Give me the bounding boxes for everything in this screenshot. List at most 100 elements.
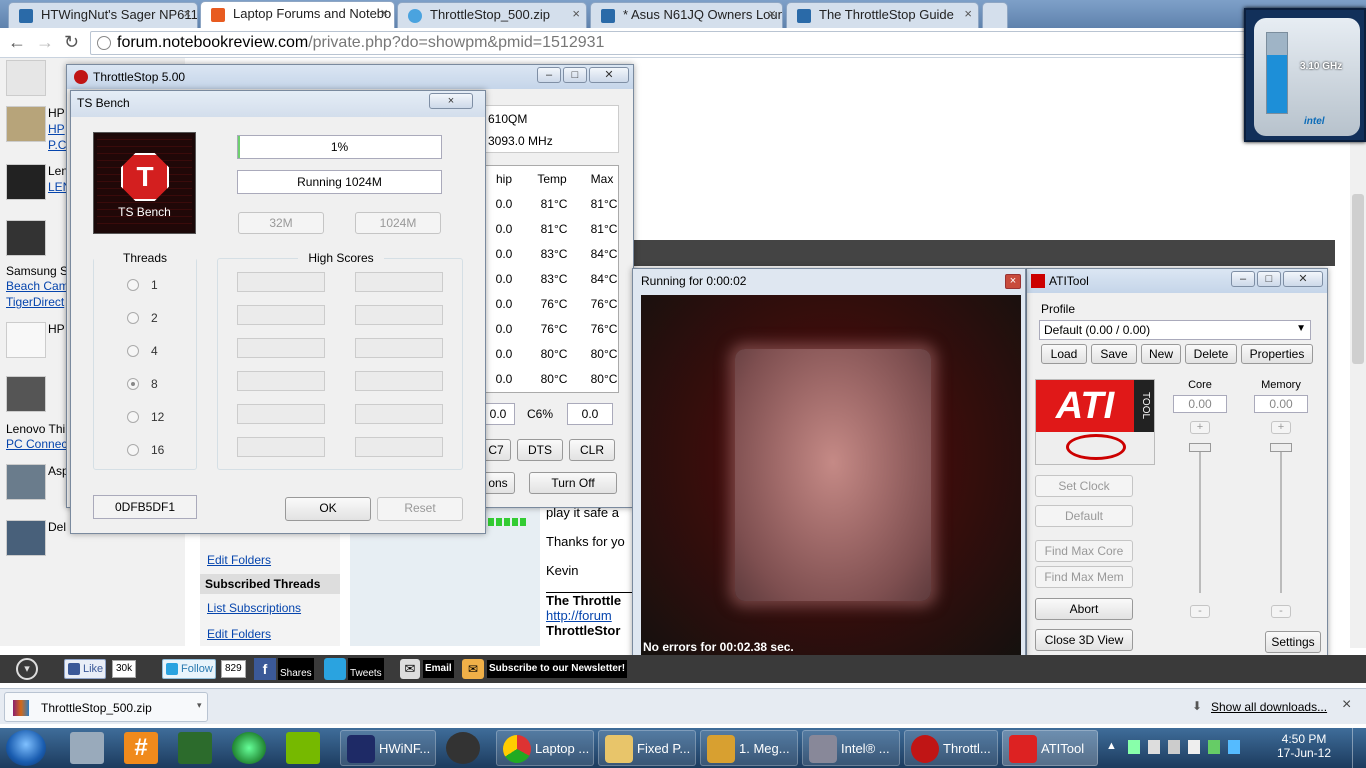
memory-decrease-button[interactable]: -	[1271, 605, 1291, 618]
thread-radio-1[interactable]	[127, 279, 139, 291]
set-clock-button[interactable]: Set Clock	[1035, 475, 1133, 497]
maximize-button[interactable]: □	[1257, 271, 1281, 287]
find-max-core-button[interactable]: Find Max Core	[1035, 540, 1133, 562]
tray-network-icon[interactable]	[1128, 740, 1140, 754]
close-button[interactable]: ✕	[589, 67, 629, 83]
close-icon[interactable]: ×	[183, 6, 191, 21]
page-scrollbar[interactable]	[1350, 58, 1366, 648]
core-increase-button[interactable]: +	[1190, 421, 1210, 434]
newsletter-icon[interactable]: ✉	[462, 659, 484, 679]
show-hidden-icons[interactable]: ▲	[1106, 740, 1117, 752]
dropbox-icon[interactable]	[1228, 740, 1240, 754]
properties-button[interactable]: Properties	[1241, 344, 1313, 364]
edit-folders-link[interactable]: Edit Folders	[207, 553, 271, 567]
tray-cpu-icon[interactable]	[1208, 740, 1220, 754]
thread-radio-4[interactable]	[127, 345, 139, 357]
address-bar[interactable]: forum.notebookreview.com/private.php?do=…	[90, 31, 1250, 55]
default-button[interactable]: Default	[1035, 505, 1133, 527]
intel-turbo-widget[interactable]: 3.10 GHz intel	[1244, 8, 1366, 142]
laptop-thumbnail[interactable]	[6, 164, 46, 200]
ok-button[interactable]: OK	[285, 497, 371, 521]
thread-radio-2[interactable]	[127, 312, 139, 324]
tab-asus-owners[interactable]: * Asus N61JQ Owners Loun ×	[590, 2, 783, 28]
cpu-monitor-icon[interactable]	[178, 732, 212, 764]
settings-button[interactable]: Settings	[1265, 631, 1321, 653]
memory-increase-button[interactable]: +	[1271, 421, 1291, 434]
memory-slider-thumb[interactable]	[1270, 443, 1292, 452]
laptop-thumbnail[interactable]	[6, 376, 46, 412]
forward-icon[interactable]: →	[36, 32, 54, 53]
email-label[interactable]: Email	[423, 660, 454, 678]
taskbar-intel[interactable]: Intel® ...	[802, 730, 900, 766]
maximize-button[interactable]: □	[563, 67, 587, 83]
product-link[interactable]: PC Connec	[6, 437, 67, 451]
product-link[interactable]: P.C	[48, 138, 66, 152]
clock[interactable]: 4:50 PM 17-Jun-12	[1272, 732, 1336, 760]
signature-link[interactable]: http://forum	[546, 608, 636, 623]
download-item[interactable]: ThrottleStop_500.zip ▾	[4, 692, 208, 722]
memory-slider[interactable]	[1280, 445, 1282, 593]
show-all-downloads-link[interactable]: Show all downloads...	[1211, 700, 1327, 714]
close-icon[interactable]: ×	[572, 6, 580, 21]
tray-flag-icon[interactable]	[1148, 740, 1160, 754]
tab-sager[interactable]: HTWingNut's Sager NP611 ×	[8, 2, 198, 28]
twitter-follow-button[interactable]: Follow	[162, 659, 216, 679]
facebook-like-button[interactable]: Like	[64, 659, 106, 679]
newsletter-label[interactable]: Subscribe to our Newsletter!	[487, 660, 628, 678]
pinned-app-icon[interactable]	[446, 732, 480, 764]
product-link[interactable]: Beach Cam	[6, 279, 69, 293]
tray-battery-icon[interactable]	[1168, 740, 1180, 754]
options-button[interactable]: ons	[481, 472, 515, 494]
product-link[interactable]: HP	[48, 122, 65, 136]
size-1024m-button[interactable]: 1024M	[355, 212, 441, 234]
clr-button[interactable]: CLR	[569, 439, 615, 461]
laptop-thumbnail[interactable]	[6, 464, 46, 500]
minimize-button[interactable]: –	[537, 67, 561, 83]
close-button[interactable]: ×	[429, 93, 473, 109]
tab-throttlestop-zip[interactable]: ThrottleStop_500.zip ×	[397, 2, 587, 28]
new-tab-button[interactable]	[982, 2, 1008, 28]
hash-app-icon[interactable]: #	[124, 732, 158, 764]
edit-folders-link[interactable]: Edit Folders	[207, 627, 271, 641]
nvidia-icon[interactable]	[286, 732, 320, 764]
taskbar-atitool[interactable]: ATITool	[1002, 730, 1098, 766]
facebook-share-icon[interactable]: f	[254, 658, 276, 680]
thread-radio-16[interactable]	[127, 444, 139, 456]
core-decrease-button[interactable]: -	[1190, 605, 1210, 618]
tab-throttlestop-guide[interactable]: The ThrottleStop Guide ×	[786, 2, 979, 28]
delete-button[interactable]: Delete	[1185, 344, 1237, 364]
pinned-app-icon[interactable]	[70, 732, 104, 764]
close-3d-view-button[interactable]: Close 3D View	[1035, 629, 1133, 651]
core-slider[interactable]	[1199, 445, 1201, 593]
core-clock-field[interactable]: 0.00	[1173, 395, 1227, 413]
abort-button[interactable]: Abort	[1035, 598, 1133, 620]
show-desktop-button[interactable]	[1352, 728, 1366, 768]
reload-icon[interactable]: ↻	[64, 32, 79, 53]
taskbar-throttlestop[interactable]: Throttl...	[904, 730, 998, 766]
memory-clock-field[interactable]: 0.00	[1254, 395, 1308, 413]
thread-radio-12[interactable]	[127, 411, 139, 423]
dts-button[interactable]: DTS	[517, 439, 563, 461]
profile-select[interactable]: Default (0.00 / 0.00) ▼	[1039, 320, 1311, 340]
product-link[interactable]: TigerDirect	[6, 295, 64, 309]
laptop-thumbnail[interactable]	[6, 520, 46, 556]
taskbar-megacal[interactable]: 1. Meg...	[700, 730, 798, 766]
volume-icon[interactable]	[1188, 740, 1200, 754]
twitter-share-icon[interactable]	[324, 658, 346, 680]
laptop-thumbnail[interactable]	[6, 60, 46, 96]
save-button[interactable]: Save	[1091, 344, 1137, 364]
close-button[interactable]: ✕	[1283, 271, 1323, 287]
find-max-mem-button[interactable]: Find Max Mem	[1035, 566, 1133, 588]
close-button[interactable]: ×	[1005, 274, 1021, 289]
pinned-app-icon[interactable]	[232, 732, 266, 764]
chevron-down-icon[interactable]: ▾	[197, 700, 202, 711]
taskbar-chrome[interactable]: Laptop ...	[496, 730, 594, 766]
new-button[interactable]: New	[1141, 344, 1181, 364]
close-icon[interactable]: ×	[768, 6, 776, 21]
start-button[interactable]	[6, 730, 46, 766]
taskbar-hwinfo[interactable]: HWiNF...	[340, 730, 436, 766]
list-subscriptions-link[interactable]: List Subscriptions	[207, 601, 301, 615]
laptop-thumbnail[interactable]	[6, 220, 46, 256]
scroll-thumb[interactable]	[1352, 194, 1364, 364]
close-icon[interactable]: ×	[1342, 696, 1351, 714]
